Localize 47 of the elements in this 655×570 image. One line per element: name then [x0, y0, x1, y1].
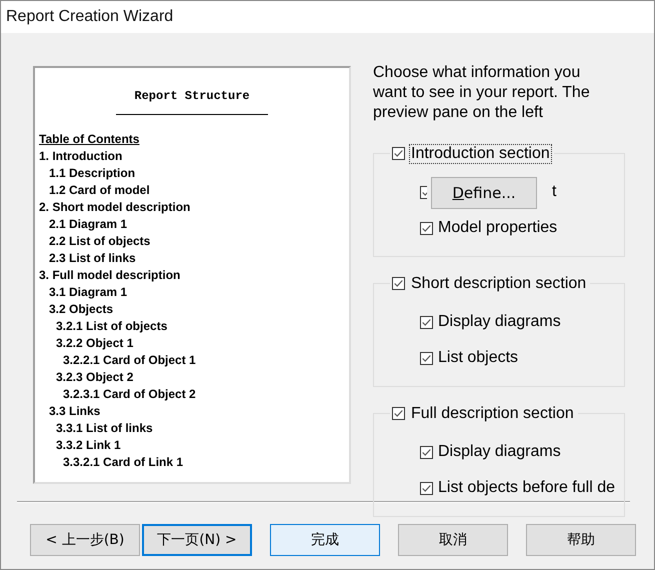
option-label[interactable]: Display diagrams — [438, 443, 561, 461]
toc-entry: 3.2 Objects — [49, 301, 114, 318]
checkbox-icon[interactable] — [420, 316, 433, 328]
toc-entry: 2. Short model description — [39, 199, 192, 216]
wizard-button[interactable]: 帮助 — [526, 524, 636, 556]
wizard-button[interactable]: 下一页(N) > — [142, 524, 252, 556]
section-checkbox[interactable]: Introduction section — [390, 144, 554, 163]
option-label[interactable]: List objects before full de — [438, 479, 615, 497]
checkbox-icon[interactable] — [420, 222, 433, 234]
preview-heading: Report Structure — [133, 89, 251, 103]
toc-entry: 2.3 List of links — [49, 250, 137, 267]
toc-entry: 3.3.2.1 Card of Link 1 — [63, 454, 184, 471]
toc-entry: 1.1 Description — [49, 165, 136, 182]
toc-entry: 3.2.2.1 Card of Object 1 — [63, 352, 197, 369]
toc-title: Table of Contents — [39, 131, 140, 148]
option-label[interactable]: t — [552, 183, 556, 201]
toc-entry: 2.2 List of objects — [49, 233, 152, 250]
wizard-button[interactable]: < 上一步(B) — [30, 524, 140, 556]
checkbox-icon[interactable] — [420, 446, 433, 458]
toc-entry: 1.2 Card of model — [49, 182, 151, 199]
toc-entry: 3.2.3 Object 2 — [56, 369, 134, 386]
instructions-text: Choose what information you want to see in your report. The preview pane on the left — [373, 63, 591, 123]
toc-entry: 3.3.1 List of links — [56, 420, 154, 437]
toc-entry: 3.2.1 List of objects — [56, 318, 168, 335]
toc-entry: 3.2.2 Object 1 — [56, 335, 134, 352]
checkbox-icon[interactable] — [392, 407, 405, 420]
checkbox-icon[interactable] — [392, 147, 405, 160]
wizard-button[interactable]: 取消 — [398, 524, 508, 556]
toc-entry: 1. Introduction — [39, 148, 124, 165]
window-title: Report Creation Wizard — [6, 8, 174, 26]
toc-entry: 3.2.3.1 Card of Object 2 — [63, 386, 197, 403]
toc-entry: 3.3 Links — [49, 403, 102, 420]
checkbox-icon[interactable] — [420, 352, 433, 364]
section-checkbox[interactable]: Short description section — [390, 274, 590, 293]
checkbox-icon[interactable] — [420, 186, 427, 198]
option-label[interactable]: Model properties — [438, 219, 558, 237]
option-label[interactable]: Display diagrams — [438, 313, 561, 331]
wizard-button[interactable]: 完成 — [270, 524, 380, 556]
toc-entry: 2.1 Diagram 1 — [49, 216, 128, 233]
toc-entry: 3.1 Diagram 1 — [49, 284, 128, 301]
toc-entry: 3. Full model description — [39, 267, 182, 284]
section-checkbox[interactable]: Full description section — [390, 404, 578, 423]
checkbox-icon[interactable] — [420, 482, 433, 494]
define-button[interactable]: Define... — [431, 177, 537, 209]
checkbox-icon[interactable] — [392, 277, 405, 290]
option-label[interactable]: List objects — [438, 349, 518, 367]
toc-entry: 3.3.2 Link 1 — [56, 437, 122, 454]
